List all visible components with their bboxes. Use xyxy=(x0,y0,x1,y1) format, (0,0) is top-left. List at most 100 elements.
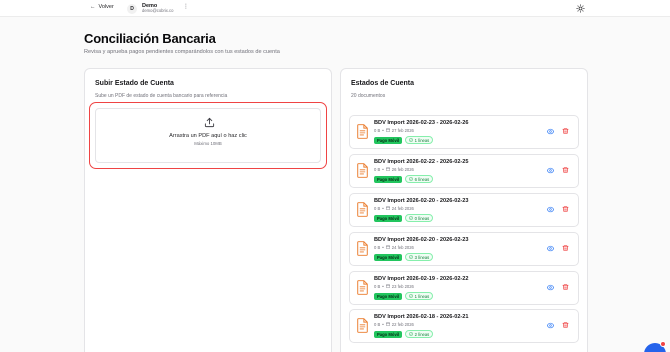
trash-icon[interactable] xyxy=(562,244,569,252)
statement-row[interactable]: BDV Import 2026-02-19 - 2026-02-22 0 B •… xyxy=(349,271,579,305)
arrow-left-icon: ← xyxy=(90,4,96,10)
calendar-icon xyxy=(385,128,390,133)
pdf-dropzone[interactable]: Arrastra un PDF aquí o haz clic Máximo 1… xyxy=(95,108,321,163)
page-title: Conciliación Bancaria xyxy=(84,31,216,46)
statement-meta: 0 B • 23 feb 2026 xyxy=(374,284,414,289)
payment-method-badge: Pago Móvil xyxy=(374,214,403,222)
upload-card-description: Sube un PDF de estado de cuenta bancario… xyxy=(95,93,228,99)
meta-separator: • xyxy=(382,284,384,289)
lines-badge: 0 líneas xyxy=(405,214,434,222)
user-menu-button[interactable]: ⋮ xyxy=(183,4,189,10)
statement-title: BDV Import 2026-02-18 - 2026-02-21 xyxy=(374,314,469,320)
statement-title: BDV Import 2026-02-19 - 2026-02-22 xyxy=(374,276,469,282)
eye-icon[interactable] xyxy=(547,206,554,213)
statements-card-title: Estados de Cuenta xyxy=(351,80,415,87)
upload-icon xyxy=(204,117,215,128)
meta-separator: • xyxy=(382,167,384,172)
trash-icon[interactable] xyxy=(562,283,569,291)
statement-size: 0 B xyxy=(374,245,381,250)
statement-size: 0 B xyxy=(374,206,381,211)
statement-date: 27 feb 2026 xyxy=(391,128,414,133)
statement-title: BDV Import 2026-02-22 - 2026-02-25 xyxy=(374,159,469,165)
notification-badge xyxy=(660,341,666,347)
statements-count: 20 documentos xyxy=(351,93,386,99)
back-button[interactable]: ← Volver xyxy=(90,4,114,10)
statement-date: 26 feb 2026 xyxy=(391,167,414,172)
trash-icon[interactable] xyxy=(562,127,569,135)
statement-row[interactable]: BDV Import 2026-02-20 - 2026-02-23 0 B •… xyxy=(349,193,579,227)
statement-row[interactable]: BDV Import 2026-02-22 - 2026-02-25 0 B •… xyxy=(349,154,579,188)
statement-title: BDV Import 2026-02-20 - 2026-02-23 xyxy=(374,237,469,243)
trash-icon[interactable] xyxy=(562,166,569,174)
calendar-icon xyxy=(385,322,390,327)
statement-title: BDV Import 2026-02-23 - 2026-02-26 xyxy=(374,120,469,126)
meta-separator: • xyxy=(382,322,384,327)
eye-icon[interactable] xyxy=(547,245,554,252)
statement-meta: 0 B • 24 feb 2026 xyxy=(374,245,414,250)
dropzone-size-limit: Máximo 10MB xyxy=(194,141,222,146)
file-text-icon xyxy=(357,202,368,217)
statement-badges: Pago Móvil 6 líneas xyxy=(374,175,434,183)
eye-icon[interactable] xyxy=(547,284,554,291)
statements-card: Estados de Cuenta 20 documentos BDV Impo… xyxy=(340,68,588,352)
check-circle-icon xyxy=(409,215,413,221)
lines-count: 0 líneas xyxy=(414,215,430,221)
page-subtitle: Revisa y aprueba pagos pendientes compar… xyxy=(84,49,280,55)
file-text-icon xyxy=(357,280,368,295)
statement-date: 22 feb 2026 xyxy=(391,322,414,327)
payment-method-badge: Pago Móvil xyxy=(374,292,403,300)
lines-badge: 6 líneas xyxy=(405,175,434,183)
statement-badges: Pago Móvil 1 líneas xyxy=(374,136,434,144)
file-text-icon xyxy=(357,241,368,256)
lines-count: 2 líneas xyxy=(414,331,430,337)
payment-method-badge: Pago Móvil xyxy=(374,330,403,338)
calendar-icon xyxy=(385,206,390,211)
statement-size: 0 B xyxy=(374,128,381,133)
avatar[interactable]: D xyxy=(127,4,137,14)
check-circle-icon xyxy=(409,254,413,260)
statement-row[interactable]: BDV Import 2026-02-18 - 2026-02-21 0 B •… xyxy=(349,309,579,343)
lines-badge: 1 líneas xyxy=(405,292,434,300)
sun-icon[interactable] xyxy=(576,4,585,13)
statement-meta: 0 B • 26 feb 2026 xyxy=(374,167,414,172)
lines-badge: 3 líneas xyxy=(405,253,434,261)
statement-size: 0 B xyxy=(374,284,381,289)
trash-icon[interactable] xyxy=(562,205,569,213)
eye-icon[interactable] xyxy=(547,128,554,135)
statement-meta: 0 B • 22 feb 2026 xyxy=(374,322,414,327)
eye-icon[interactable] xyxy=(547,322,554,329)
statement-row[interactable]: BDV Import 2026-02-23 - 2026-02-26 0 B •… xyxy=(349,115,579,149)
file-text-icon xyxy=(357,124,368,139)
file-text-icon xyxy=(357,163,368,178)
payment-method-badge: Pago Móvil xyxy=(374,175,403,183)
statement-date: 23 feb 2026 xyxy=(391,284,414,289)
statement-meta: 0 B • 27 feb 2026 xyxy=(374,128,414,133)
upload-card: Subir Estado de Cuenta Sube un PDF de es… xyxy=(84,68,332,352)
payment-method-badge: Pago Móvil xyxy=(374,136,403,144)
user-info: Demo demo@cobrix.co xyxy=(142,3,173,14)
lines-badge: 2 líneas xyxy=(405,330,434,338)
lines-count: 6 líneas xyxy=(414,176,430,182)
statement-row[interactable]: BDV Import 2026-02-20 - 2026-02-23 0 B •… xyxy=(349,232,579,266)
calendar-icon xyxy=(385,245,390,250)
lines-count: 1 líneas xyxy=(414,137,430,143)
lines-count: 1 líneas xyxy=(414,293,430,299)
eye-icon[interactable] xyxy=(547,167,554,174)
statement-meta: 0 B • 24 feb 2026 xyxy=(374,206,414,211)
user-email: demo@cobrix.co xyxy=(142,8,174,14)
statement-size: 0 B xyxy=(374,167,381,172)
check-circle-icon xyxy=(409,176,413,182)
lines-count: 3 líneas xyxy=(414,254,430,260)
statement-date: 24 feb 2026 xyxy=(391,245,414,250)
statement-size: 0 B xyxy=(374,322,381,327)
lines-badge: 1 líneas xyxy=(405,136,434,144)
calendar-icon xyxy=(385,284,390,289)
meta-separator: • xyxy=(382,206,384,211)
meta-separator: • xyxy=(382,245,384,250)
check-circle-icon xyxy=(409,331,413,337)
trash-icon[interactable] xyxy=(562,321,569,329)
statement-title: BDV Import 2026-02-20 - 2026-02-23 xyxy=(374,198,469,204)
statement-badges: Pago Móvil 3 líneas xyxy=(374,253,434,261)
back-label: Volver xyxy=(98,4,114,10)
statement-badges: Pago Móvil 1 líneas xyxy=(374,292,434,300)
